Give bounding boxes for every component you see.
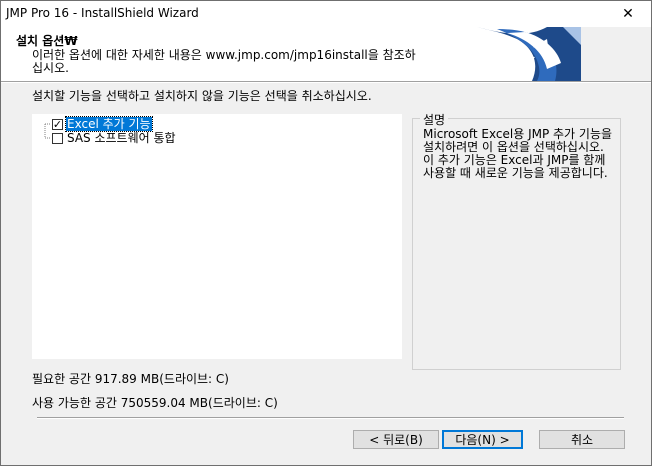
installshield-logo-icon: [477, 27, 581, 81]
footer-divider-highlight: [37, 418, 624, 419]
feature-item-sas[interactable]: SAS 소프트웨어 통합: [52, 131, 177, 145]
feature-label-sas[interactable]: SAS 소프트웨어 통합: [66, 131, 177, 145]
back-button[interactable]: < 뒤로(B): [353, 430, 439, 449]
excel-checkbox[interactable]: ✓: [52, 117, 63, 131]
checkmark-icon: ✓: [52, 117, 63, 131]
next-button[interactable]: 다음(N) >: [442, 430, 523, 449]
window-title: JMP Pro 16 - InstallShield Wizard: [6, 6, 199, 20]
cancel-button[interactable]: 취소: [539, 430, 625, 449]
feature-item-excel[interactable]: ✓ Excel 추가 기능: [52, 116, 153, 132]
page-description: 이러한 옵션에 대한 자세한 내용은 www.jmp.com/jmp16inst…: [32, 48, 416, 75]
instruction-text: 설치할 기능을 선택하고 설치하지 않을 기능은 선택을 취소하십시오.: [32, 89, 372, 103]
installer-window: JMP Pro 16 - InstallShield Wizard ✕ 설치 옵…: [0, 0, 652, 466]
feature-tree[interactable]: ✓ Excel 추가 기능 SAS 소프트웨어 통합: [32, 114, 402, 359]
feature-label-excel[interactable]: Excel 추가 기능: [65, 116, 153, 132]
description-legend: 설명: [420, 111, 449, 128]
close-button[interactable]: ✕: [605, 1, 651, 27]
page-title: 설치 옵션₩: [16, 34, 78, 48]
sas-checkbox[interactable]: [52, 132, 63, 144]
space-available-text: 사용 가능한 공간 750559.04 MB(드라이브: C): [32, 396, 278, 410]
space-required-text: 필요한 공간 917.89 MB(드라이브: C): [32, 372, 229, 386]
description-text: Microsoft Excel용 JMP 추가 기능을 설치하려면 이 옵션을 …: [423, 127, 613, 180]
title-bar[interactable]: JMP Pro 16 - InstallShield Wizard ✕: [1, 1, 651, 27]
close-icon: ✕: [622, 6, 634, 22]
header-divider-highlight: [1, 82, 651, 83]
